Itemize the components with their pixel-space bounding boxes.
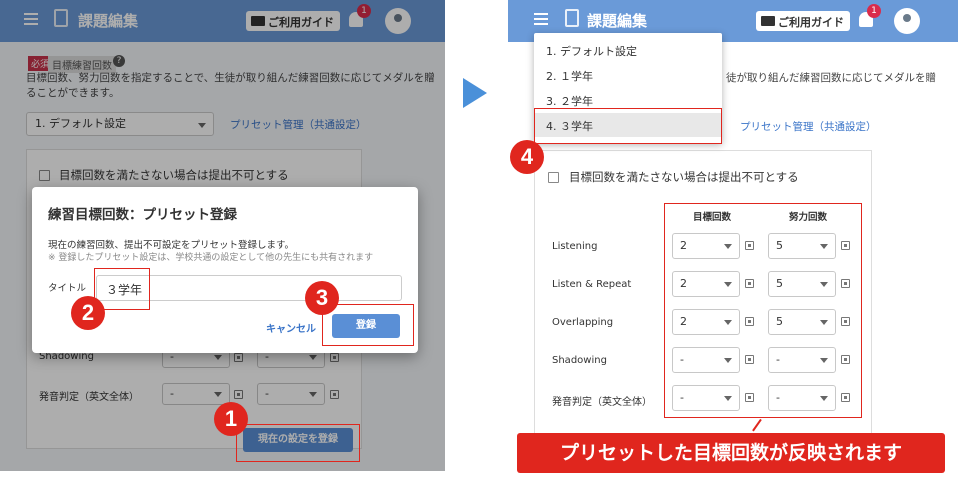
highlight-grade3-item (534, 108, 722, 144)
dialog-text: 現在の練習回数、提出不可設定をプリセット登録します。 (48, 240, 295, 251)
page-title: 課題編集 (587, 12, 648, 30)
row-label: 発音判定（英文全体） (552, 397, 652, 408)
highlight-preset-values (664, 203, 862, 418)
preset-manage-link[interactable]: プリセット管理（共通設定） (740, 119, 877, 134)
guide-label: ご利用ガイド (778, 16, 844, 29)
notification-badge: 1 (867, 4, 881, 18)
submit-block-checkbox[interactable] (548, 172, 559, 183)
left-screenshot: 課題編集 ご利用ガイド 1 必須 目標練習回数 ? 目標回数、努力回数を指定する… (0, 0, 445, 471)
dialog-note: ※ 登録したプリセット設定は、学校共通の設定として他の先生にも共有されます (48, 253, 374, 263)
title-label: タイトル (48, 283, 87, 294)
highlight-save-button (236, 424, 360, 462)
dialog-title: 練習目標回数：プリセット登録 (48, 207, 237, 223)
menu-icon[interactable] (534, 13, 548, 25)
step-4-marker: 4 (510, 140, 544, 174)
avatar[interactable] (894, 8, 920, 34)
step-2-marker: 2 (71, 296, 105, 330)
book-icon (761, 16, 775, 26)
row-label: Shadowing (552, 355, 607, 366)
submit-block-label: 目標回数を満たさない場合は提出不可とする (569, 170, 799, 184)
row-label: Overlapping (552, 317, 614, 328)
result-banner: プリセットした目標回数が反映されます (517, 433, 945, 473)
cancel-button[interactable]: キャンセル (266, 320, 316, 335)
guide-button[interactable]: ご利用ガイド (756, 11, 850, 31)
row-label: Listening (552, 241, 598, 252)
description-line-1: 徒が取り組んだ練習回数に応じてメダルを贈 (726, 72, 936, 84)
step-1-marker: 1 (214, 402, 248, 436)
dropdown-item-default[interactable]: 1. デフォルト設定 (534, 38, 722, 62)
next-step-arrow-icon (463, 78, 487, 108)
row-label: Listen & Repeat (552, 279, 632, 290)
step-3-marker: 3 (305, 281, 339, 315)
right-screenshot: 課題編集 ご利用ガイド 1 徒が取り組んだ練習回数に応じてメダルを贈 プリセット… (508, 0, 958, 471)
highlight-register-button (322, 304, 414, 346)
bell-icon[interactable]: 1 (859, 4, 881, 27)
document-icon (565, 9, 579, 27)
dropdown-item-grade1[interactable]: 2. １学年 (534, 63, 722, 87)
